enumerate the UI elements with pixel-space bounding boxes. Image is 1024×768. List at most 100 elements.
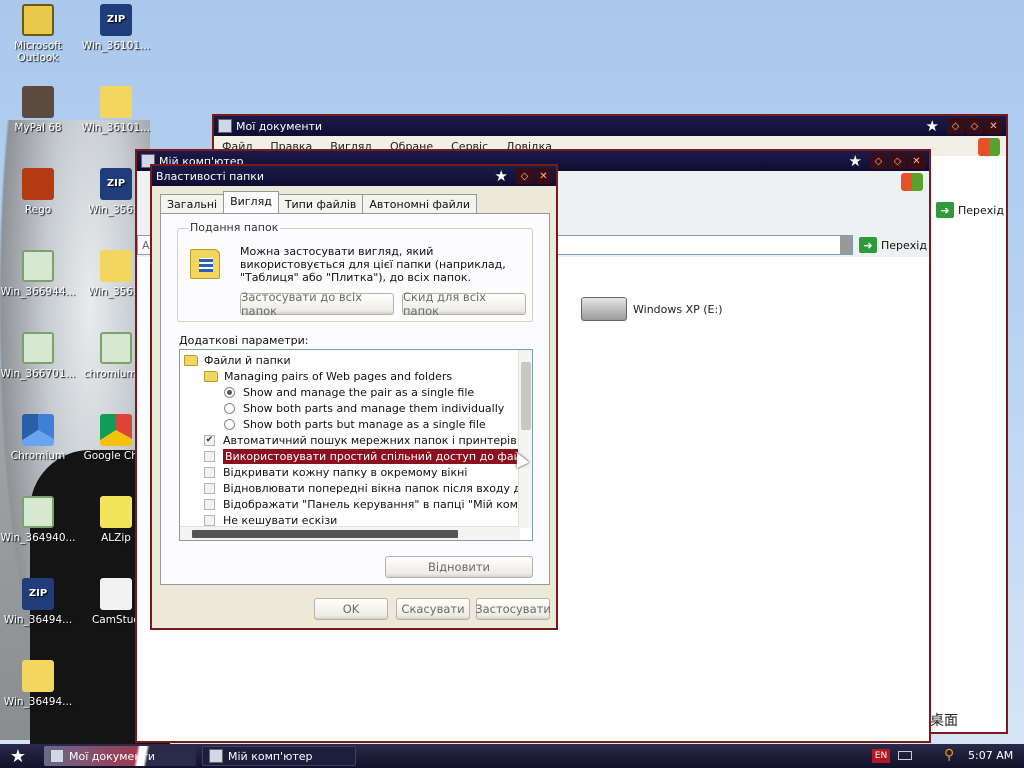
desktop-icon[interactable]: ZIP Win_36494... [0, 578, 80, 626]
checkbox[interactable] [204, 450, 215, 462]
keyboard-icon[interactable] [898, 751, 912, 760]
tree-item-label: Managing pairs of Web pages and folders [224, 369, 453, 383]
folder-views-description: Можна застосувати вигляд, який використо… [240, 245, 506, 284]
desktop-icon[interactable]: MyPal 68 [0, 86, 80, 134]
desktop-icon[interactable]: Chromium [0, 414, 80, 462]
outlook-icon [22, 4, 54, 36]
taskbar-item-label: Мій комп'ютер [228, 749, 313, 763]
my-documents-titlebar[interactable]: Мої документи ★ ◇ ◇ ✕ [214, 116, 1006, 136]
tree-item-label: Автоматичний пошук мережних папок і прин… [223, 433, 517, 447]
taskbar-item-my-documents[interactable]: Мої документи [44, 746, 196, 766]
setup-disc-icon [22, 496, 54, 528]
desktop-icon[interactable]: Win_364940... [0, 496, 80, 544]
advanced-settings-tree[interactable]: Файли й папки Managing pairs of Web pages… [179, 349, 533, 541]
star-icon[interactable]: ★ [849, 152, 862, 170]
tree-item-label: Show both parts and manage them individu… [243, 401, 505, 415]
horizontal-scroll-thumb[interactable] [192, 530, 458, 538]
language-indicator[interactable]: EN [872, 749, 890, 763]
horizontal-scrollbar[interactable] [180, 526, 520, 540]
go-label: Перехід [881, 238, 927, 252]
folder-icon [22, 660, 54, 692]
checkbox[interactable] [204, 466, 215, 478]
my-documents-icon [218, 119, 232, 133]
vertical-scrollbar[interactable] [518, 350, 532, 528]
apply-button[interactable]: Застосувати [475, 598, 551, 620]
dialog-close-button[interactable]: ✕ [535, 168, 552, 184]
tree-item[interactable]: Відкривати кожну папку в окремому вікні [204, 464, 467, 480]
ok-button[interactable]: OK [314, 598, 388, 620]
desktop-icon[interactable]: ZIP Win_36101... [74, 4, 158, 52]
desktop-icon[interactable]: Win_36101... [74, 86, 158, 134]
minimize-button[interactable]: ◇ [947, 118, 964, 134]
go-button[interactable]: ➜ Перехід [859, 237, 927, 253]
tree-item[interactable]: Відображати "Панель керування" в папці "… [204, 496, 532, 512]
cancel-button[interactable]: Скасувати [396, 598, 470, 620]
tree-item[interactable]: Managing pairs of Web pages and folders [204, 368, 452, 384]
tab-view[interactable]: Вигляд [223, 191, 279, 213]
desktop-icon-label: MyPal 68 [14, 122, 62, 134]
tree-item-label: Файли й папки [204, 353, 291, 367]
radio-button[interactable] [224, 402, 235, 414]
folder-icon [100, 250, 132, 282]
tab-file-types[interactable]: Типи файлів [277, 194, 364, 213]
go-arrow-icon: ➜ [859, 237, 877, 253]
start-button[interactable]: ★ [0, 744, 36, 768]
dialog-titlebar[interactable]: Властивості папки ★ ◇ ✕ [152, 166, 556, 186]
desktop-icon[interactable]: Win_36494... [0, 660, 80, 708]
drive-item[interactable]: Windows XP (E:) [581, 297, 723, 321]
checkbox[interactable] [204, 498, 215, 510]
star-icon[interactable]: ★ [926, 117, 939, 135]
tree-item[interactable]: Show both parts and manage them individu… [224, 400, 504, 416]
go-button[interactable]: ➜ Перехід [936, 202, 1004, 218]
desktop-icon-label: Win_36494... [3, 614, 73, 626]
tab-general[interactable]: Загальні [160, 194, 225, 213]
restore-defaults-button[interactable]: Відновити [385, 556, 533, 578]
go-arrow-icon: ➜ [936, 202, 954, 218]
tree-item-label: Не кешувати ескізи [223, 513, 338, 527]
radio-button[interactable] [224, 418, 235, 430]
desktop-icon[interactable]: Rego [0, 168, 80, 216]
taskbar-item-my-computer[interactable]: Мій комп'ютер [202, 746, 356, 766]
tree-item[interactable]: Використовувати простий спільний доступ … [204, 448, 532, 464]
tree-item[interactable]: Show both parts but manage as a single f… [224, 416, 486, 432]
zip-archive-icon: ZIP [22, 578, 54, 610]
apply-to-all-folders-button[interactable]: Застосувати до всіх папок [240, 290, 394, 318]
desktop-icon[interactable]: Microsoft Outlook [0, 4, 80, 64]
taskbar: ★ Мої документи Мій комп'ютер EN ⚲ 5:07 … [0, 744, 1024, 768]
maximize-button[interactable]: ◇ [889, 153, 906, 169]
minimize-button[interactable]: ◇ [870, 153, 887, 169]
close-button[interactable]: ✕ [908, 153, 925, 169]
vertical-scroll-thumb[interactable] [521, 362, 531, 430]
tree-item-label: Show and manage the pair as a single fil… [243, 385, 475, 399]
tree-item[interactable]: Відновлювати попередні вікна папок після… [204, 480, 532, 496]
my-documents-title: Мої документи [236, 119, 323, 133]
window-footer: 桌面 [930, 713, 958, 729]
dialog-help-button[interactable]: ◇ [516, 168, 533, 184]
close-button[interactable]: ✕ [985, 118, 1002, 134]
google-chrome-icon [100, 414, 132, 446]
setup-disc-icon [100, 332, 132, 364]
radio-button[interactable] [224, 386, 235, 398]
desktop-icon[interactable]: Win_366701... [0, 332, 80, 380]
checkbox[interactable] [204, 514, 215, 526]
checkbox[interactable] [204, 482, 215, 494]
checkbox[interactable]: ✔ [204, 434, 215, 446]
search-icon[interactable]: ⚲ [944, 747, 954, 763]
maximize-button[interactable]: ◇ [966, 118, 983, 134]
desktop-icon[interactable]: Win_366944... [0, 250, 80, 298]
tree-item-label: Відновлювати попередні вікна папок після… [223, 481, 532, 495]
address-dropdown-button[interactable] [840, 236, 852, 254]
setup-disc-icon [22, 332, 54, 364]
tree-item[interactable]: Файли й папки [184, 352, 291, 368]
tab-offline-files[interactable]: Автономні файли [362, 194, 477, 213]
reset-all-folders-button[interactable]: Скид для всіх папок [402, 290, 526, 318]
folder-views-icon [190, 249, 220, 279]
tree-item[interactable]: ✔ Автоматичний пошук мережних папок і при… [204, 432, 517, 448]
star-icon[interactable]: ★ [495, 167, 508, 185]
clock[interactable]: 5:07 AM [968, 749, 1013, 762]
dialog-tabs: Загальні Вигляд Типи файлів Автономні фа… [160, 191, 477, 213]
desktop-icon-label: Microsoft Outlook [14, 40, 62, 64]
tree-item[interactable]: Show and manage the pair as a single fil… [224, 384, 474, 400]
folder-options-dialog[interactable]: Властивості папки ★ ◇ ✕ Загальні Вигляд … [150, 164, 558, 630]
setup-disc-icon [22, 250, 54, 282]
